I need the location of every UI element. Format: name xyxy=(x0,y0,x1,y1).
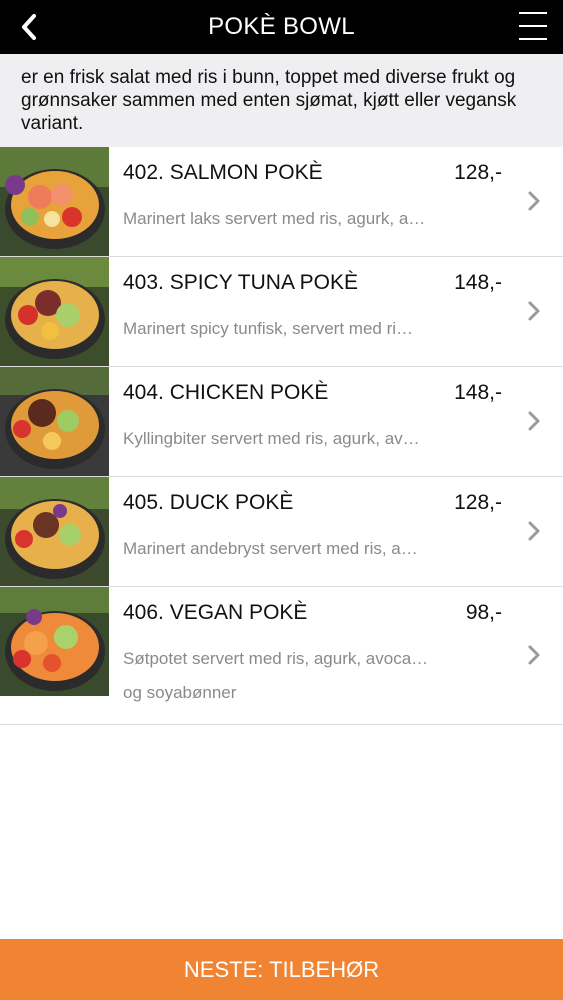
dish-photo xyxy=(0,367,109,476)
next-accessories-button[interactable]: NESTE: TILBEHØR xyxy=(0,939,563,1000)
item-title: 406. VEGAN POKÈ xyxy=(123,601,308,624)
item-price: 128,- xyxy=(454,161,502,184)
chevron-right-icon xyxy=(528,521,540,541)
item-description-continued: og soyabønner xyxy=(123,683,237,702)
chevron-right-icon xyxy=(528,301,540,321)
item-title: 404. CHICKEN POKÈ xyxy=(123,381,329,404)
item-description: Søtpotet servert med ris, agurk, avoca… xyxy=(123,649,429,668)
item-description: Kyllingbiter servert med ris, agurk, av… xyxy=(123,429,420,448)
category-description: er en frisk salat med ris i bunn, toppet… xyxy=(0,54,563,147)
menu-item-chicken-poke[interactable]: 404. CHICKEN POKÈ 148,- Kyllingbiter ser… xyxy=(0,367,563,477)
item-price: 98,- xyxy=(465,601,502,624)
top-bar: POKÈ BOWL xyxy=(0,0,563,54)
dish-photo xyxy=(0,257,109,366)
dish-photo xyxy=(0,477,109,586)
item-description: Marinert spicy tunfisk, servert med ri… xyxy=(123,319,414,338)
chevron-right-icon xyxy=(528,411,540,431)
page-title: POKÈ BOWL xyxy=(208,13,355,40)
item-price: 148,- xyxy=(454,271,502,294)
menu-item-duck-poke[interactable]: 405. DUCK POKÈ 128,- Marinert andebryst … xyxy=(0,477,563,587)
item-title: 403. SPICY TUNA POKÈ xyxy=(123,271,358,294)
menu-item-spicy-tuna-poke[interactable]: 403. SPICY TUNA POKÈ 148,- Marinert spic… xyxy=(0,257,563,367)
menu-list: 402. SALMON POKÈ 128,- Marinert laks ser… xyxy=(0,147,563,725)
hamburger-menu-icon xyxy=(519,12,547,14)
chevron-right-icon xyxy=(528,191,540,211)
item-description: Marinert laks servert med ris, agurk, a… xyxy=(123,209,426,228)
menu-button[interactable] xyxy=(517,10,549,42)
item-title: 402. SALMON POKÈ xyxy=(123,161,323,184)
menu-item-vegan-poke[interactable]: 406. VEGAN POKÈ 98,- Søtpotet servert me… xyxy=(0,587,563,725)
item-description: Marinert andebryst servert med ris, a… xyxy=(123,539,418,558)
item-price: 128,- xyxy=(454,491,502,514)
dish-photo xyxy=(0,147,109,256)
chevron-right-icon xyxy=(528,645,540,665)
menu-item-salmon-poke[interactable]: 402. SALMON POKÈ 128,- Marinert laks ser… xyxy=(0,147,563,257)
item-price: 148,- xyxy=(454,381,502,404)
dish-photo xyxy=(0,587,109,696)
item-title: 405. DUCK POKÈ xyxy=(123,491,294,514)
